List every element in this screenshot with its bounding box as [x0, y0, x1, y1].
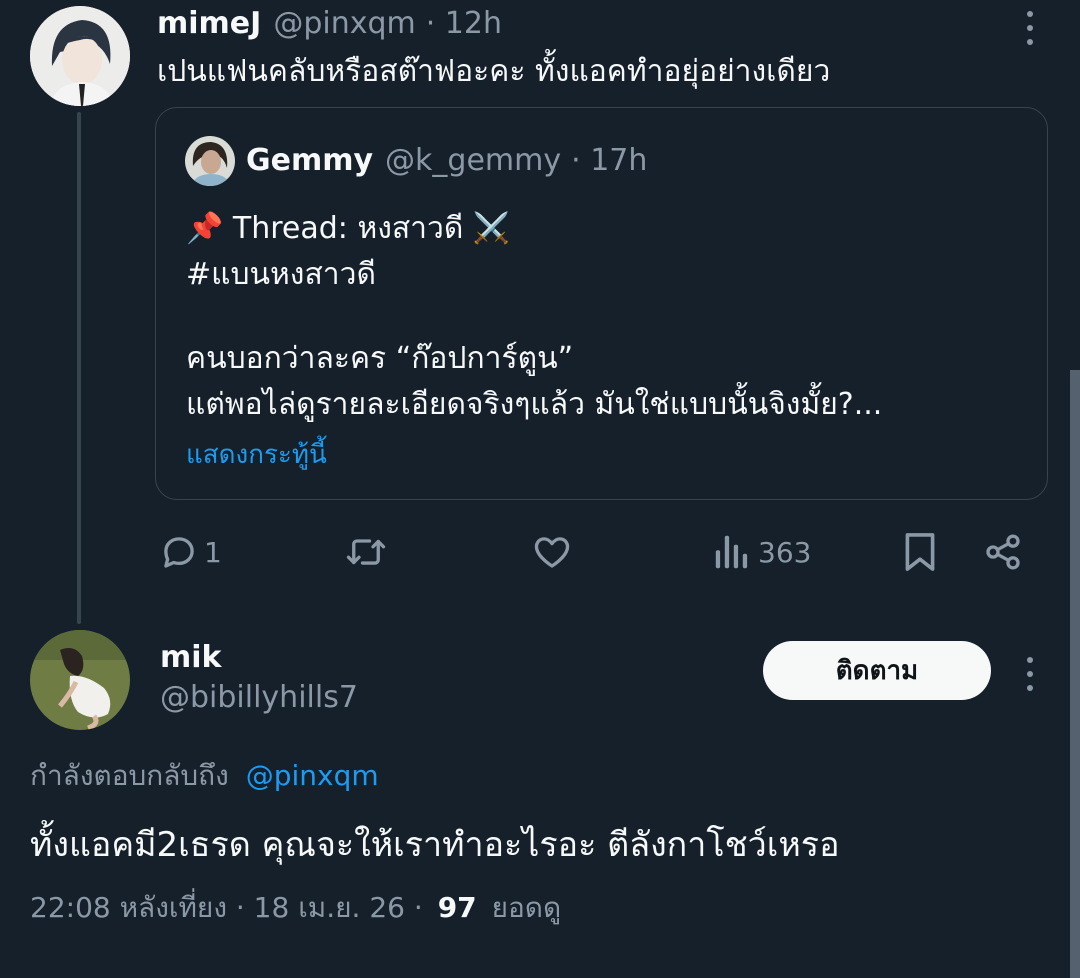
quote-header: Gemmy @k_gemmy · 17h [246, 140, 647, 180]
like-button[interactable] [531, 530, 573, 574]
tweet1-header: mimeJ @pinxqm · 12h [157, 3, 502, 43]
views-icon [715, 535, 748, 569]
tweet1-more-icon[interactable] [1027, 11, 1033, 45]
tweet1-text: เปนแฟนคลับหรือสต๊าฟอะคะ ทั้งแอคทำอยุ่อย่… [157, 54, 831, 89]
scrollbar[interactable] [1070, 370, 1080, 978]
replying-to: กำลังตอบกลับถึง @pinxqm [30, 756, 379, 796]
tweet2-text: ทั้งแอคมี2เธรด คุณจะให้เราทำอะไรอะ ตีลัง… [30, 825, 840, 865]
avatar-mimej[interactable] [30, 6, 130, 106]
retweet-button[interactable] [343, 530, 389, 574]
quote-line-2: #แบนหงสาวดี [186, 257, 376, 292]
follow-button[interactable]: ติดตาม [763, 641, 991, 700]
quote-author-handle: @k_gemmy [385, 142, 562, 178]
bookmark-icon [905, 533, 935, 571]
reply-button[interactable]: 1 [158, 530, 222, 574]
tweet2-more-icon[interactable] [1027, 657, 1033, 691]
reply-count: 1 [204, 535, 222, 569]
tweet1-author-name[interactable]: mimeJ [157, 6, 261, 41]
views-button[interactable]: 363 [714, 530, 811, 574]
tweet2-timestamp[interactable]: 22:08 หลังเที่ยง · 18 เม.ย. 26 · [30, 891, 423, 924]
tweet2-views-count: 97 [437, 891, 477, 924]
avatar-mik[interactable] [30, 630, 130, 730]
swords-icon: ⚔️ [472, 211, 511, 246]
quote-author-name: Gemmy [246, 142, 374, 178]
share-button[interactable] [983, 530, 1023, 574]
tweet1-time[interactable]: · 12h [426, 6, 502, 41]
quote-line-3: คนบอกว่าละคร “ก๊อปการ์ตูน” [186, 341, 574, 376]
avatar-gemmy [185, 136, 235, 186]
show-thread-link[interactable]: แสดงกระทู้นี้ [186, 432, 327, 478]
tweet2-views-label: ยอดดู [491, 891, 562, 924]
tweet2-author-name[interactable]: mik [160, 638, 222, 678]
quote-line-1: 📌 Thread: หงสาวดี ⚔️ [186, 206, 510, 252]
pin-icon: 📌 [186, 211, 224, 246]
share-icon [986, 534, 1020, 570]
tweet1-author-handle[interactable]: @pinxqm [273, 6, 415, 41]
quote-time: · 17h [571, 142, 648, 178]
thread-connector [77, 112, 81, 624]
retweet-icon [346, 539, 386, 565]
like-icon [534, 537, 570, 568]
replying-to-prefix: กำลังตอบกลับถึง [30, 759, 229, 792]
reply-icon [164, 537, 194, 568]
quoted-tweet-card[interactable]: Gemmy @k_gemmy · 17h 📌 Thread: หงสาวดี ⚔… [155, 107, 1048, 500]
replying-to-handle[interactable]: @pinxqm [246, 759, 379, 792]
quote-line-1-text: Thread: หงสาวดี [232, 211, 464, 246]
quote-line-4: แต่พอไล่ดูรายละเอียดจริงๆแล้ว มันใช่แบบน… [186, 387, 883, 422]
views-count: 363 [758, 535, 812, 569]
tweet2-author-handle[interactable]: @bibillyhills7 [160, 678, 358, 718]
bookmark-button[interactable] [902, 530, 938, 574]
tweet2-meta: 22:08 หลังเที่ยง · 18 เม.ย. 26 · 97 ยอดด… [30, 888, 561, 928]
